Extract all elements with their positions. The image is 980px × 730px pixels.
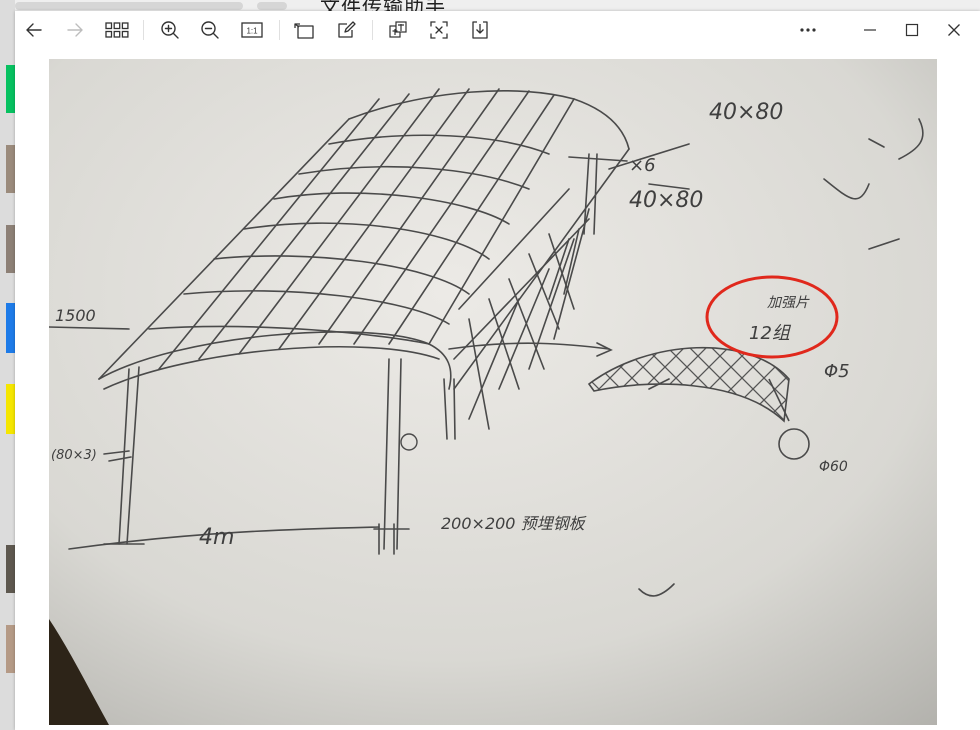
zoom-out-button[interactable]	[195, 15, 225, 45]
close-button[interactable]	[939, 15, 969, 45]
minimize-icon	[864, 29, 876, 31]
actual-size-button[interactable]: 1:1	[237, 15, 267, 45]
note-mid-right: 40×80	[629, 188, 703, 213]
arrow-right-icon	[67, 23, 83, 37]
note-top-right: 40×80	[709, 100, 783, 125]
background-thumb-strip	[6, 625, 15, 673]
sketch-drawing: 40×80 ×6 40×80 1500 (80×3) 4m 200×200 预埋…	[49, 59, 937, 725]
grid-view-button[interactable]	[102, 15, 132, 45]
note-pipe-dim: Φ60	[819, 459, 848, 475]
background-yellow-strip	[6, 384, 15, 434]
toolbar-separator	[372, 20, 373, 40]
actual-size-icon: 1:1	[241, 22, 263, 38]
forward-button[interactable]	[60, 15, 90, 45]
actual-size-label: 1:1	[246, 27, 258, 36]
viewer-toolbar: 1:1	[15, 11, 980, 49]
note-x-mark: ×6	[629, 155, 656, 176]
grid-icon	[105, 22, 129, 38]
download-icon	[472, 21, 488, 39]
sketch-photo: 40×80 ×6 40×80 1500 (80×3) 4m 200×200 预埋…	[49, 59, 937, 725]
more-button[interactable]	[793, 15, 823, 45]
toolbar-separator	[279, 20, 280, 40]
background-blue-strip	[6, 303, 15, 353]
note-arch-label: 加强片	[767, 295, 810, 311]
download-button[interactable]	[465, 15, 495, 45]
background-search-bar	[15, 2, 243, 10]
background-app-sidebar	[0, 0, 15, 730]
background-green-strip	[6, 65, 15, 113]
extract-text-button[interactable]	[424, 15, 454, 45]
maximize-icon	[905, 23, 919, 37]
minimize-button[interactable]	[855, 15, 885, 45]
background-thumb-strip	[6, 145, 15, 193]
maximize-button[interactable]	[897, 15, 927, 45]
zoom-in-icon	[161, 21, 179, 39]
arrow-left-icon	[26, 23, 42, 37]
extract-text-icon	[430, 21, 448, 39]
close-icon	[948, 24, 960, 36]
toolbar-separator	[143, 20, 144, 40]
back-button[interactable]	[19, 15, 49, 45]
note-left-value: 1500	[55, 306, 96, 325]
background-thumb-strip	[6, 545, 15, 593]
note-arch-count: 12组	[749, 323, 792, 344]
background-add-button	[257, 2, 287, 10]
zoom-in-button[interactable]	[155, 15, 185, 45]
note-left-side: (80×3)	[51, 448, 97, 463]
translate-button[interactable]	[383, 15, 413, 45]
translate-icon	[389, 21, 407, 38]
note-pipe: Φ5	[824, 361, 850, 382]
image-canvas: 40×80 ×6 40×80 1500 (80×3) 4m 200×200 预埋…	[15, 49, 980, 730]
edit-icon	[338, 21, 356, 38]
rotate-icon	[294, 23, 314, 39]
rotate-button[interactable]	[289, 15, 319, 45]
image-viewer-window: 1:1 40×80 ×6 40×80 1500 (80×3) 4m 200×20…	[15, 11, 980, 730]
note-span: 4m	[199, 525, 234, 550]
more-icon	[800, 28, 816, 32]
zoom-out-icon	[201, 21, 219, 39]
background-thumb-strip	[6, 225, 15, 273]
edit-button[interactable]	[331, 15, 361, 45]
note-base: 200×200 预埋钢板	[441, 514, 587, 533]
